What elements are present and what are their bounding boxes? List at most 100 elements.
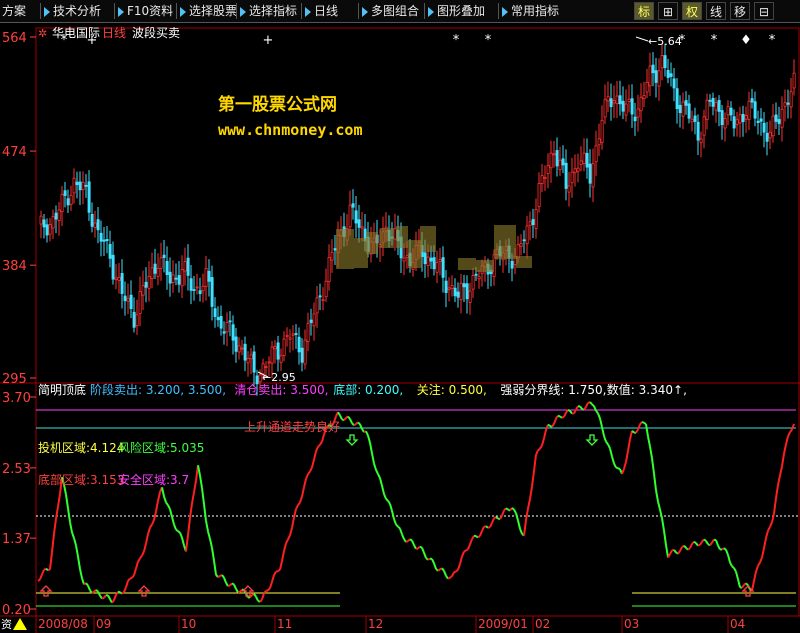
candle-down — [75, 181, 79, 186]
candle-up — [702, 116, 706, 136]
osc-segment-down — [737, 578, 741, 588]
price-axis-label: 384 — [2, 259, 27, 274]
toolbar-item-1[interactable]: 技术分析 — [44, 2, 101, 20]
toolbar-item-6[interactable]: 多图组合 — [362, 2, 419, 20]
candle-up — [744, 115, 748, 120]
osc-segment-up — [447, 576, 451, 580]
osc-segment-up — [787, 431, 791, 437]
osc-segment-up — [405, 540, 409, 543]
candle-up — [438, 259, 442, 262]
toolbar-divider — [358, 3, 359, 19]
osc-segment-down — [519, 528, 523, 535]
toolbar-item-0[interactable]: 方案 — [2, 2, 26, 20]
candle-down — [672, 78, 676, 89]
osc-segment-up — [525, 508, 529, 521]
stock-chart[interactable]: 5644743842953.702.531.370.20* + + * * * * ♦ *✲ 华电… — [0, 23, 800, 633]
osc-segment-down — [399, 528, 403, 535]
osc-segment-down — [169, 508, 173, 518]
toolbar-item-label: 多图组合 — [371, 4, 420, 18]
candle-down — [252, 351, 256, 373]
candle-down — [717, 99, 721, 112]
osc-segment-down — [513, 509, 517, 514]
osc-segment-down — [705, 540, 709, 545]
osc-segment-up — [281, 550, 285, 562]
osc-segment-down — [205, 520, 209, 532]
toolbar-item-5[interactable]: 日线 — [305, 2, 338, 20]
osc-segment-down — [733, 567, 737, 573]
candle-down — [309, 319, 313, 323]
osc-segment-up — [101, 596, 105, 600]
candle-up — [660, 55, 664, 69]
candle-down — [666, 69, 670, 78]
osc-segment-down — [67, 508, 71, 523]
toolbar-item-3[interactable]: 选择股票 — [180, 2, 237, 20]
date-label: 03 — [624, 617, 639, 631]
candle-down — [756, 120, 760, 123]
osc-segment-up — [149, 523, 153, 529]
watermark-title: 第一股票公式网 — [218, 94, 337, 115]
candle-down — [207, 270, 211, 282]
osc-segment-down — [77, 556, 81, 570]
osc-segment-down — [45, 567, 49, 571]
osc-segment-up — [779, 466, 783, 476]
signal-marker: + — [263, 33, 274, 48]
consolidation-box — [396, 226, 408, 248]
osc-segment-up — [317, 444, 321, 448]
osc-segment-up — [783, 444, 787, 454]
candle-up — [747, 100, 751, 120]
candle-down — [333, 248, 337, 251]
osc-axis-label: 3.70 — [2, 391, 31, 406]
toolbar-button-4[interactable]: 移 — [730, 2, 750, 20]
toolbar-button-0[interactable]: 标 — [634, 2, 654, 20]
candle-down — [693, 115, 697, 122]
toolbar-item-4[interactable]: 选择指标 — [240, 2, 297, 20]
osc-segment-up — [125, 580, 129, 588]
osc-segment-up — [455, 568, 459, 573]
osc-segment-down — [665, 544, 669, 558]
osc-segment-down — [617, 467, 621, 471]
high-mark-label: ←5.64 — [648, 35, 682, 48]
candle-up — [771, 115, 775, 137]
candle-up — [606, 96, 610, 102]
osc-segment-up — [487, 526, 491, 529]
osc-segment-down — [579, 405, 583, 410]
candle-up — [405, 255, 409, 258]
osc-segment-up — [539, 444, 543, 450]
candle-down — [105, 239, 109, 242]
candle-up — [240, 347, 244, 350]
osc-segment-up — [229, 582, 233, 587]
osc-segment-down — [401, 533, 405, 540]
toolbar-button-1[interactable]: ⊞ — [658, 2, 678, 20]
osc-segment-up — [417, 545, 421, 550]
toolbar-item-8[interactable]: 常用指标 — [502, 2, 559, 20]
candle-down — [753, 101, 757, 119]
toolbar-button-2[interactable]: 权 — [682, 2, 702, 20]
toolbar-item-7[interactable]: 图形叠加 — [428, 2, 485, 20]
candle-up — [468, 290, 472, 303]
osc-segment-up — [157, 491, 161, 502]
osc-segment-down — [611, 456, 615, 464]
candle-down — [231, 324, 235, 341]
signal-marker: ♦ — [740, 33, 752, 48]
osc-segment-up — [269, 581, 273, 589]
osc-segment-down — [209, 538, 213, 549]
osc-segment-up — [315, 446, 319, 452]
toolbar-item-2[interactable]: F10资料 — [118, 2, 173, 20]
osc-segment-down — [99, 595, 103, 600]
candle-down — [192, 289, 196, 291]
toolbar-button-5[interactable]: ⊟ — [754, 2, 774, 20]
candle-up — [327, 256, 331, 282]
candle-up — [303, 339, 307, 365]
candle-up — [249, 354, 253, 360]
candle-down — [684, 100, 688, 106]
osc-segment-down — [371, 453, 375, 464]
osc-segment-up — [301, 487, 305, 497]
osc-segment-down — [613, 463, 617, 468]
osc-segment-down — [349, 418, 353, 424]
toolbar-item-label: 图形叠加 — [437, 4, 486, 18]
candle-down — [153, 263, 157, 274]
osc-segment-up — [449, 575, 453, 579]
toolbar-button-3[interactable]: 线 — [706, 2, 726, 20]
candle-down — [189, 278, 193, 291]
triangle-icon — [362, 6, 368, 17]
